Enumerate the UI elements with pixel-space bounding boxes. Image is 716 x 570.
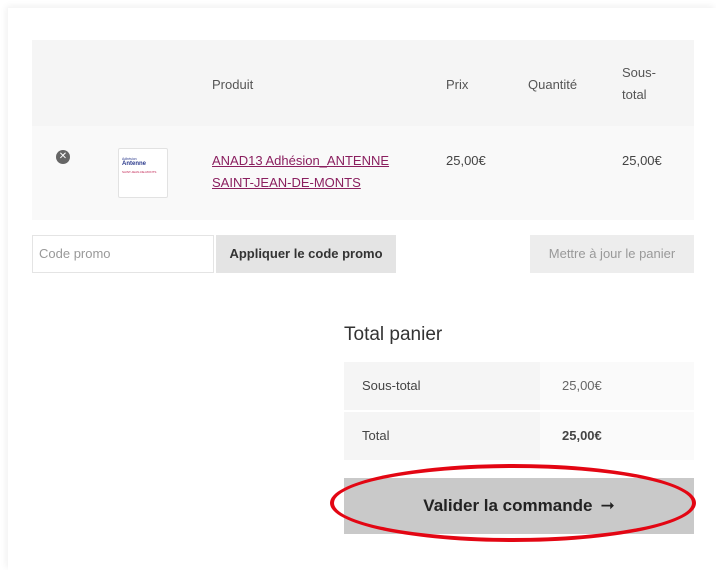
header-price: Prix	[446, 77, 469, 92]
remove-item-icon[interactable]: ✕	[56, 150, 70, 164]
header-product: Produit	[212, 77, 254, 92]
item-subtotal: 25,00€	[622, 153, 662, 168]
promo-code-input[interactable]: Code promo	[32, 235, 214, 273]
checkout-label[interactable]: Valider la commande	[423, 496, 592, 515]
product-name-line1[interactable]: ANAD13 Adhésion_ANTENNE	[212, 153, 389, 168]
totals-subtotal-label: Sous-total	[344, 362, 540, 410]
totals-total-row: Total 25,00€	[344, 412, 694, 460]
cart-table-header	[32, 40, 694, 126]
checkout-button[interactable]: Valider la commande ➞	[344, 478, 694, 534]
totals-subtotal-value: 25,00€	[540, 362, 694, 410]
header-subtotal-line2: total	[622, 87, 647, 102]
product-name-line2[interactable]: SAINT-JEAN-DE-MONTS	[212, 175, 361, 190]
header-quantity: Quantité	[528, 77, 578, 92]
product-thumbnail[interactable]: Adhésion Antenne SAINT-JEAN-DE-MONTS	[118, 148, 168, 198]
totals-subtotal-row: Sous-total 25,00€	[344, 362, 694, 410]
header-subtotal-line1: Sous-	[622, 65, 656, 80]
thumbnail-line3: SAINT-JEAN-DE-MONTS	[122, 170, 157, 174]
cart-totals-title: Total panier	[344, 324, 443, 345]
update-cart-button[interactable]: Mettre à jour le panier	[530, 235, 694, 273]
totals-total-label: Total	[344, 412, 540, 460]
thumbnail-line2: Antenne	[122, 161, 146, 167]
arrow-right-icon: ➞	[600, 496, 615, 515]
item-price: 25,00€	[446, 153, 486, 168]
totals-total-value: 25,00€	[540, 412, 694, 460]
product-name-link[interactable]: ANAD13 Adhésion_ANTENNE SAINT-JEAN-DE-MO…	[212, 150, 412, 194]
header-subtotal: Sous- total	[622, 62, 656, 106]
apply-promo-button[interactable]: Appliquer le code promo	[216, 235, 396, 273]
